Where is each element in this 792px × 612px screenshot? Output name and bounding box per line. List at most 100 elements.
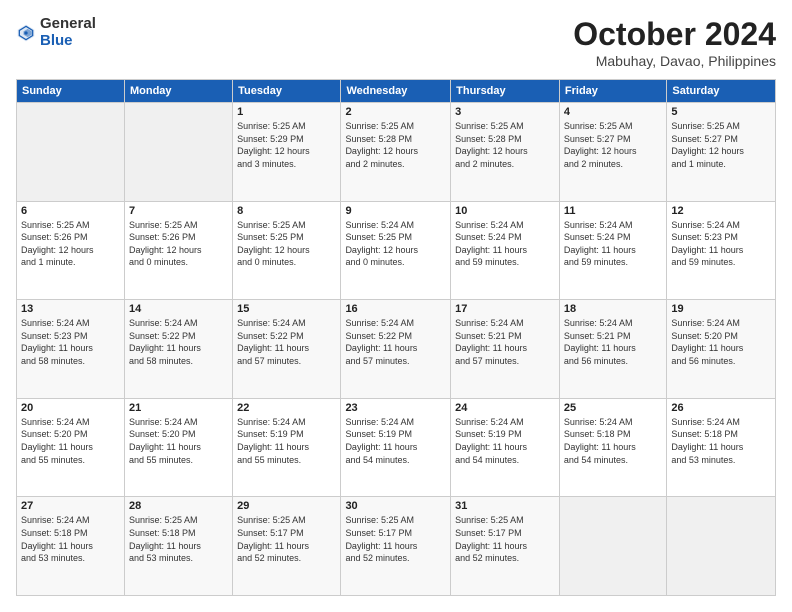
day-info: Sunrise: 5:24 AM Sunset: 5:22 PM Dayligh… <box>237 317 336 367</box>
col-friday: Friday <box>559 80 666 103</box>
day-number: 11 <box>564 205 662 217</box>
day-info: Sunrise: 5:25 AM Sunset: 5:29 PM Dayligh… <box>237 120 336 170</box>
day-number: 4 <box>564 106 662 118</box>
day-info: Sunrise: 5:24 AM Sunset: 5:19 PM Dayligh… <box>455 416 555 466</box>
calendar-cell: 31 Sunrise: 5:25 AM Sunset: 5:17 PM Dayli… <box>451 497 560 596</box>
day-number: 9 <box>345 205 446 217</box>
day-info: Sunrise: 5:25 AM Sunset: 5:28 PM Dayligh… <box>455 120 555 170</box>
day-number: 24 <box>455 402 555 414</box>
day-number: 21 <box>129 402 228 414</box>
day-number: 8 <box>237 205 336 217</box>
day-number: 23 <box>345 402 446 414</box>
day-number: 2 <box>345 106 446 118</box>
col-sunday: Sunday <box>17 80 125 103</box>
day-number: 31 <box>455 500 555 512</box>
col-tuesday: Tuesday <box>233 80 341 103</box>
calendar-cell: 27 Sunrise: 5:24 AM Sunset: 5:18 PM Dayli… <box>17 497 125 596</box>
day-number: 29 <box>237 500 336 512</box>
day-number: 25 <box>564 402 662 414</box>
day-number: 7 <box>129 205 228 217</box>
calendar-cell: 26 Sunrise: 5:24 AM Sunset: 5:18 PM Dayli… <box>667 398 776 497</box>
calendar-location: Mabuhay, Davao, Philippines <box>573 53 776 69</box>
day-info: Sunrise: 5:24 AM Sunset: 5:19 PM Dayligh… <box>237 416 336 466</box>
calendar-cell: 6 Sunrise: 5:25 AM Sunset: 5:26 PM Daylig… <box>17 201 125 300</box>
calendar-week-1: 1 Sunrise: 5:25 AM Sunset: 5:29 PM Daylig… <box>17 103 776 202</box>
day-info: Sunrise: 5:24 AM Sunset: 5:22 PM Dayligh… <box>345 317 446 367</box>
col-saturday: Saturday <box>667 80 776 103</box>
calendar-cell <box>17 103 125 202</box>
page-header: General Blue October 2024 Mabuhay, Davao… <box>16 16 776 69</box>
calendar-cell: 9Sunrise: 5:24 AM Sunset: 5:25 PM Daylig… <box>341 201 451 300</box>
day-number: 1 <box>237 106 336 118</box>
day-number: 26 <box>671 402 771 414</box>
day-info: Sunrise: 5:25 AM Sunset: 5:17 PM Dayligh… <box>237 514 336 564</box>
day-number: 27 <box>21 500 120 512</box>
calendar-cell: 14 Sunrise: 5:24 AM Sunset: 5:22 PM Dayli… <box>124 300 232 399</box>
calendar-cell: 5Sunrise: 5:25 AM Sunset: 5:27 PM Daylig… <box>667 103 776 202</box>
calendar-cell: 30Sunrise: 5:25 AM Sunset: 5:17 PM Dayli… <box>341 497 451 596</box>
calendar-cell: 18 Sunrise: 5:24 AM Sunset: 5:21 PM Dayli… <box>559 300 666 399</box>
calendar-week-5: 27 Sunrise: 5:24 AM Sunset: 5:18 PM Dayli… <box>17 497 776 596</box>
calendar-cell: 25 Sunrise: 5:24 AM Sunset: 5:18 PM Dayli… <box>559 398 666 497</box>
day-number: 18 <box>564 303 662 315</box>
calendar-week-3: 13Sunrise: 5:24 AM Sunset: 5:23 PM Dayli… <box>17 300 776 399</box>
calendar-cell: 19 Sunrise: 5:24 AM Sunset: 5:20 PM Dayli… <box>667 300 776 399</box>
day-info: Sunrise: 5:25 AM Sunset: 5:26 PM Dayligh… <box>21 219 120 269</box>
day-number: 3 <box>455 106 555 118</box>
calendar-cell: 17Sunrise: 5:24 AM Sunset: 5:21 PM Dayli… <box>451 300 560 399</box>
day-number: 28 <box>129 500 228 512</box>
day-number: 10 <box>455 205 555 217</box>
day-info: Sunrise: 5:24 AM Sunset: 5:19 PM Dayligh… <box>345 416 446 466</box>
col-wednesday: Wednesday <box>341 80 451 103</box>
calendar-cell: 13Sunrise: 5:24 AM Sunset: 5:23 PM Dayli… <box>17 300 125 399</box>
logo-icon <box>16 23 36 43</box>
day-number: 30 <box>345 500 446 512</box>
day-info: Sunrise: 5:25 AM Sunset: 5:25 PM Dayligh… <box>237 219 336 269</box>
calendar-cell: 12 Sunrise: 5:24 AM Sunset: 5:23 PM Dayli… <box>667 201 776 300</box>
calendar-cell: 15 Sunrise: 5:24 AM Sunset: 5:22 PM Dayli… <box>233 300 341 399</box>
calendar-header-row: Sunday Monday Tuesday Wednesday Thursday… <box>17 80 776 103</box>
calendar-cell: 23 Sunrise: 5:24 AM Sunset: 5:19 PM Dayli… <box>341 398 451 497</box>
col-thursday: Thursday <box>451 80 560 103</box>
calendar-cell <box>124 103 232 202</box>
day-info: Sunrise: 5:24 AM Sunset: 5:18 PM Dayligh… <box>671 416 771 466</box>
day-number: 5 <box>671 106 771 118</box>
day-number: 15 <box>237 303 336 315</box>
calendar-week-2: 6 Sunrise: 5:25 AM Sunset: 5:26 PM Daylig… <box>17 201 776 300</box>
calendar-cell: 4 Sunrise: 5:25 AM Sunset: 5:27 PM Daylig… <box>559 103 666 202</box>
calendar-cell: 1 Sunrise: 5:25 AM Sunset: 5:29 PM Daylig… <box>233 103 341 202</box>
calendar-cell: 22Sunrise: 5:24 AM Sunset: 5:19 PM Dayli… <box>233 398 341 497</box>
day-number: 12 <box>671 205 771 217</box>
day-info: Sunrise: 5:24 AM Sunset: 5:18 PM Dayligh… <box>21 514 120 564</box>
day-info: Sunrise: 5:25 AM Sunset: 5:26 PM Dayligh… <box>129 219 228 269</box>
calendar-cell: 7 Sunrise: 5:25 AM Sunset: 5:26 PM Daylig… <box>124 201 232 300</box>
day-number: 16 <box>345 303 446 315</box>
calendar-cell: 8 Sunrise: 5:25 AM Sunset: 5:25 PM Daylig… <box>233 201 341 300</box>
day-info: Sunrise: 5:24 AM Sunset: 5:20 PM Dayligh… <box>671 317 771 367</box>
calendar-cell: 10 Sunrise: 5:24 AM Sunset: 5:24 PM Dayli… <box>451 201 560 300</box>
day-number: 14 <box>129 303 228 315</box>
title-block: October 2024 Mabuhay, Davao, Philippines <box>573 16 776 69</box>
day-number: 17 <box>455 303 555 315</box>
calendar-cell: 3 Sunrise: 5:25 AM Sunset: 5:28 PM Daylig… <box>451 103 560 202</box>
calendar-title: October 2024 <box>573 16 776 53</box>
day-info: Sunrise: 5:25 AM Sunset: 5:27 PM Dayligh… <box>564 120 662 170</box>
calendar-cell: 20Sunrise: 5:24 AM Sunset: 5:20 PM Dayli… <box>17 398 125 497</box>
day-number: 19 <box>671 303 771 315</box>
day-info: Sunrise: 5:24 AM Sunset: 5:24 PM Dayligh… <box>455 219 555 269</box>
calendar-week-4: 20Sunrise: 5:24 AM Sunset: 5:20 PM Dayli… <box>17 398 776 497</box>
day-info: Sunrise: 5:25 AM Sunset: 5:17 PM Dayligh… <box>455 514 555 564</box>
calendar-cell <box>559 497 666 596</box>
logo-general: General <box>40 16 96 33</box>
day-info: Sunrise: 5:24 AM Sunset: 5:18 PM Dayligh… <box>564 416 662 466</box>
day-info: Sunrise: 5:24 AM Sunset: 5:21 PM Dayligh… <box>564 317 662 367</box>
col-monday: Monday <box>124 80 232 103</box>
day-info: Sunrise: 5:24 AM Sunset: 5:22 PM Dayligh… <box>129 317 228 367</box>
calendar-cell: 2Sunrise: 5:25 AM Sunset: 5:28 PM Daylig… <box>341 103 451 202</box>
day-info: Sunrise: 5:24 AM Sunset: 5:23 PM Dayligh… <box>671 219 771 269</box>
day-info: Sunrise: 5:24 AM Sunset: 5:20 PM Dayligh… <box>129 416 228 466</box>
calendar-cell: 28Sunrise: 5:25 AM Sunset: 5:18 PM Dayli… <box>124 497 232 596</box>
day-number: 6 <box>21 205 120 217</box>
calendar-cell: 16 Sunrise: 5:24 AM Sunset: 5:22 PM Dayli… <box>341 300 451 399</box>
day-info: Sunrise: 5:24 AM Sunset: 5:23 PM Dayligh… <box>21 317 120 367</box>
